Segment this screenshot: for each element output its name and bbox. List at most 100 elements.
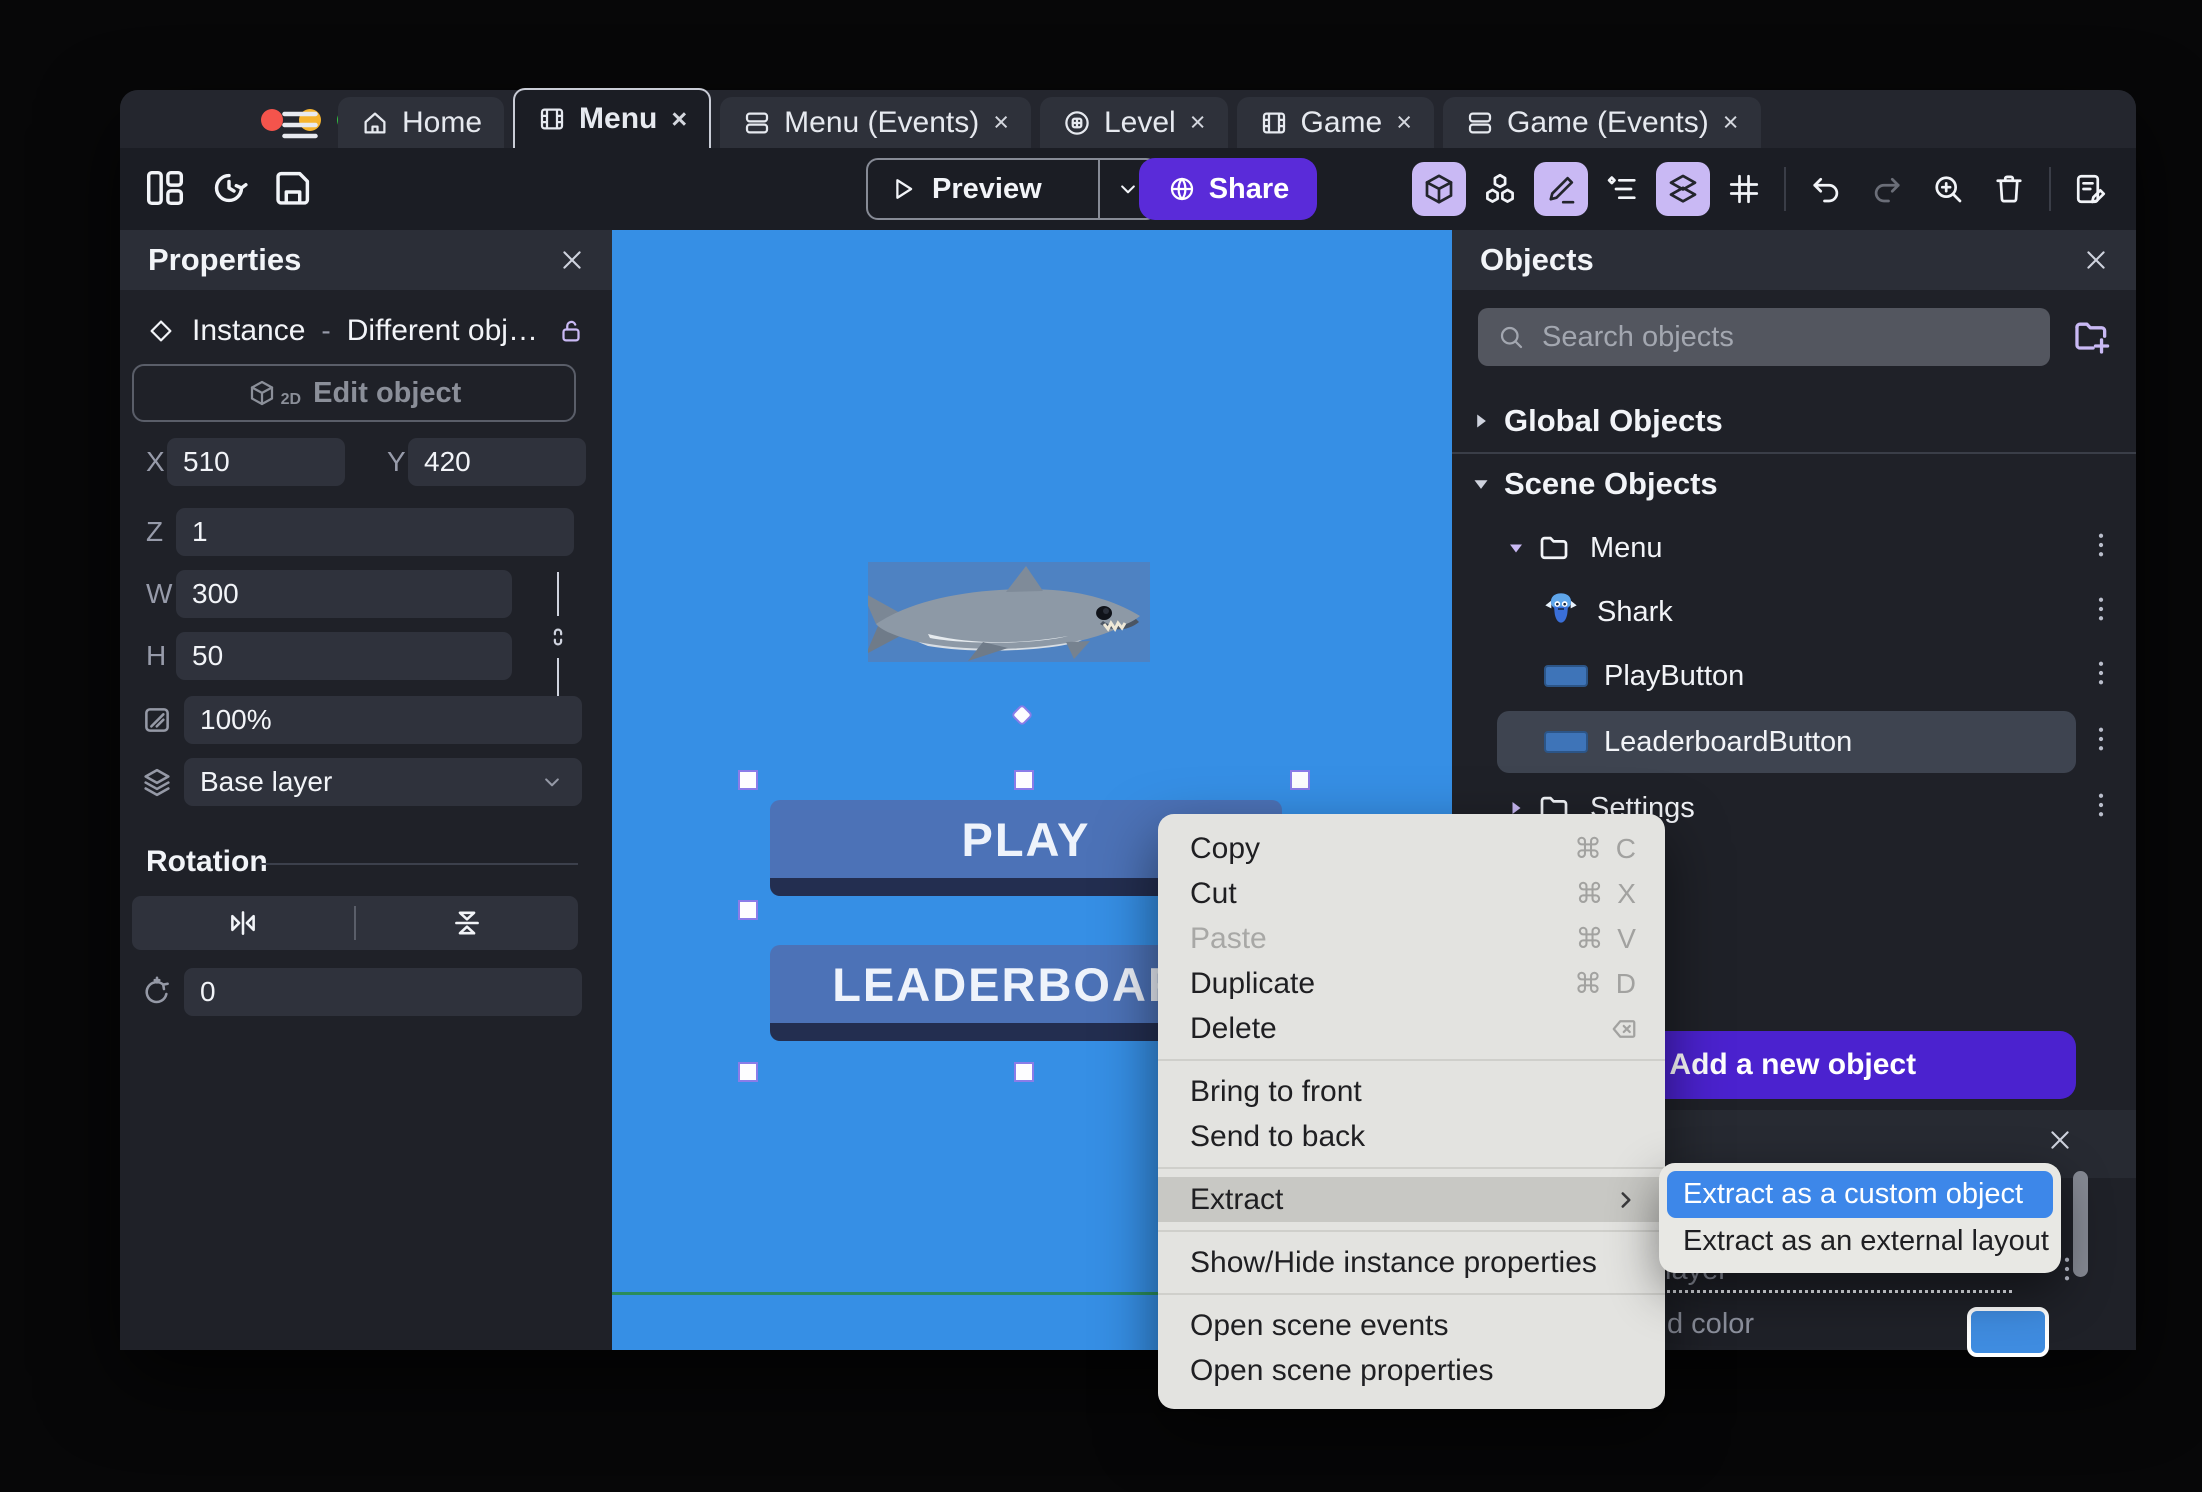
background-color-swatch[interactable] (1967, 1307, 2049, 1357)
share-label: Share (1208, 172, 1290, 205)
layer-select[interactable]: Base layer (184, 758, 582, 806)
menu-item-delete[interactable]: Delete (1158, 1006, 1665, 1051)
tab-game[interactable]: Game × (1236, 97, 1434, 148)
selection-handle-top-right[interactable] (1290, 770, 1310, 790)
section-scene-objects[interactable]: Scene Objects (1452, 458, 2136, 510)
delete-icon[interactable] (1982, 162, 2036, 216)
close-icon[interactable] (2076, 240, 2116, 280)
object-2d-icon (250, 380, 273, 406)
menu-item-label: Duplicate (1190, 966, 1316, 1000)
selection-handle-middle-left[interactable] (738, 900, 758, 920)
object-row-shark[interactable]: Shark (1452, 580, 2136, 644)
shark-sprite[interactable] (862, 562, 1150, 662)
extract-submenu: Extract as a custom object Extract as an … (1659, 1163, 2061, 1273)
tab-game-events[interactable]: Game (Events) × (1442, 97, 1761, 148)
section-global-objects[interactable]: Global Objects (1452, 395, 2136, 447)
submenu-item-extract-as-a-custom-object[interactable]: Extract as a custom object (1667, 1171, 2053, 1218)
history-icon[interactable] (206, 165, 252, 211)
close-icon[interactable] (552, 240, 592, 280)
chevron-down-icon (538, 768, 566, 796)
object-2d-icon (247, 378, 277, 408)
z-input[interactable] (176, 508, 574, 556)
background-color-truncated-label: d color (1667, 1308, 1755, 1340)
section-title: Scene Objects (1504, 466, 1718, 501)
x-input[interactable] (167, 438, 345, 486)
opacity-input[interactable] (184, 696, 582, 744)
menu-item-label: Paste (1190, 921, 1267, 955)
layers-icon (144, 768, 170, 797)
toggle-panels-icon[interactable] (142, 165, 188, 211)
h-input[interactable] (176, 632, 512, 680)
object-row-menu[interactable]: Menu (1452, 516, 2136, 580)
toolbar-left-group (142, 165, 316, 211)
tab-close-icon[interactable]: × (671, 104, 687, 135)
share-button[interactable]: Share (1139, 158, 1317, 220)
preview-button-main[interactable]: Preview (868, 173, 1098, 206)
menu-item-show-hide-instance-properties[interactable]: Show/Hide instance properties (1158, 1240, 1665, 1285)
object-menu-icon (2098, 727, 2104, 751)
search-objects-input[interactable] (1540, 319, 2032, 355)
caret-down-icon (1510, 544, 1522, 553)
title-bar: Home Menu × Menu (Events) × Level × Game × Game (… (120, 88, 2136, 148)
tab-menu[interactable]: Menu × (513, 88, 712, 148)
tab-menu-events[interactable]: Menu (Events) × (720, 97, 1031, 148)
object-row-leaderboardbutton[interactable]: LeaderboardButton (1452, 708, 2136, 776)
tab-close-icon[interactable]: × (993, 107, 1009, 138)
instances-list-icon[interactable] (1595, 162, 1649, 216)
menu-item-cut[interactable]: Cut ⌘ X (1158, 871, 1665, 916)
w-input[interactable] (176, 570, 512, 618)
selection-rotate-handle[interactable] (1010, 703, 1034, 727)
search-objects-box[interactable] (1478, 308, 2050, 366)
edit-mode-icon[interactable] (1534, 162, 1588, 216)
redo-icon[interactable] (1860, 162, 1914, 216)
selection-handle-bottom-center[interactable] (1014, 1062, 1034, 1082)
main-menu-icon[interactable] (278, 103, 322, 139)
objects-panel-header: Objects (1452, 230, 2136, 290)
selection-handle-top-center[interactable] (1014, 770, 1034, 790)
toggle-panels-icon (146, 170, 184, 206)
lock-open-icon[interactable] (556, 316, 586, 346)
menu-item-duplicate[interactable]: Duplicate ⌘ D (1158, 961, 1665, 1006)
rotation-input[interactable] (184, 968, 582, 1016)
selection-handle-bottom-left[interactable] (738, 1062, 758, 1082)
tab-label: Menu (Events) (784, 105, 980, 139)
object-row-playbutton[interactable]: PlayButton (1452, 644, 2136, 708)
scene-properties-icon[interactable] (2064, 162, 2118, 216)
close-icon[interactable] (2046, 1126, 2082, 1162)
selection-handle-top-left[interactable] (738, 770, 758, 790)
flip-vertical-button[interactable] (356, 906, 578, 940)
context-menu: Copy ⌘ C Cut ⌘ X Paste ⌘ V Duplicate ⌘ D Delete B… (1158, 814, 1665, 1409)
layers-list-icon[interactable] (1656, 162, 1710, 216)
tab-close-icon[interactable]: × (1190, 107, 1206, 138)
preview-button[interactable]: Preview (866, 158, 1158, 220)
edit-object-button[interactable]: 2D Edit object (132, 364, 576, 422)
menu-item-open-scene-events[interactable]: Open scene events (1158, 1303, 1665, 1348)
objects-list-icon[interactable] (1473, 162, 1527, 216)
grid-icon[interactable] (1717, 162, 1771, 216)
menu-item-paste[interactable]: Paste ⌘ V (1158, 916, 1665, 961)
undo-icon[interactable] (1799, 162, 1853, 216)
tab-close-icon[interactable]: × (1396, 107, 1412, 138)
edit-object-3d-icon[interactable] (1412, 162, 1466, 216)
menu-item-open-scene-properties[interactable]: Open scene properties (1158, 1348, 1665, 1393)
tab-home[interactable]: Home (338, 97, 505, 148)
tab-close-icon[interactable]: × (1723, 107, 1739, 138)
menu-item-bring-to-front[interactable]: Bring to front (1158, 1069, 1665, 1114)
scene-icon (1262, 112, 1285, 133)
instance-separator: - (321, 315, 331, 346)
tab-level[interactable]: Level × (1040, 97, 1228, 148)
y-input[interactable] (408, 438, 586, 486)
edit-object-label: Edit object (313, 376, 462, 409)
object-label: Menu (1590, 531, 1663, 564)
zoom-in-icon[interactable] (1921, 162, 1975, 216)
scrollbar[interactable] (2073, 1171, 2088, 1277)
save-icon[interactable] (270, 165, 316, 211)
submenu-item-extract-as-an-external-layout[interactable]: Extract as an external layout (1667, 1218, 2053, 1265)
add-folder-icon[interactable] (2070, 315, 2114, 359)
tab-label: Game (1300, 105, 1383, 139)
tab-label: Home (402, 105, 483, 139)
menu-item-copy[interactable]: Copy ⌘ C (1158, 826, 1665, 871)
menu-item-send-to-back[interactable]: Send to back (1158, 1114, 1665, 1159)
menu-item-extract[interactable]: Extract (1158, 1177, 1665, 1222)
flip-horizontal-button[interactable] (132, 906, 354, 940)
